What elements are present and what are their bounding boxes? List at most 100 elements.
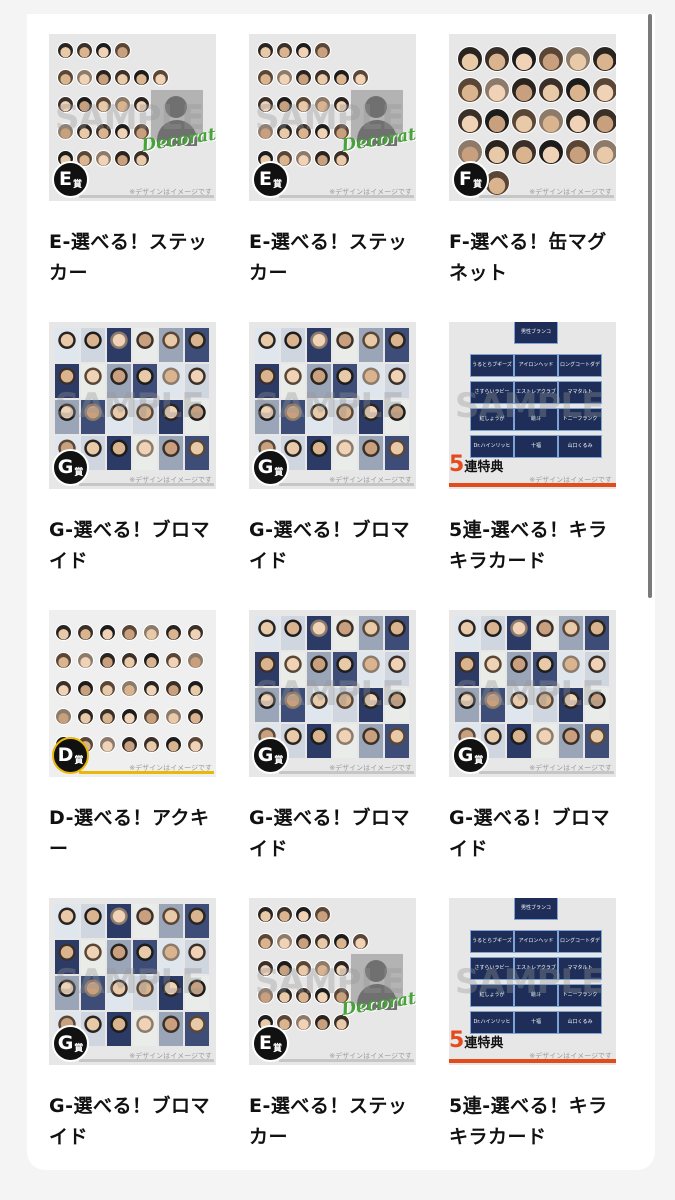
- face-photo: [187, 736, 204, 753]
- product-title[interactable]: G-選べる！ブロマイド: [249, 803, 416, 865]
- bromide-photo: [585, 616, 609, 650]
- face-photo: [295, 1014, 312, 1031]
- prize-underline: [279, 483, 414, 486]
- prize-badge: F賞: [452, 161, 489, 198]
- product-card[interactable]: SAMPLE Decoration ※デザインはイメージです E 賞 E-選べる！ステッカ…: [249, 898, 416, 1186]
- product-card[interactable]: 男性ブランコうるとらブギーズアイロンヘッドロングコートダディさすらいラビーエスト…: [449, 898, 616, 1186]
- bromide-photo: [107, 904, 131, 938]
- product-card[interactable]: SAMPLE Decoration ※デザインはイメージです E 賞 E-選べる！ステッカ…: [249, 34, 416, 322]
- product-thumbnail[interactable]: ※デザインはイメージです F 賞: [449, 34, 616, 201]
- face-photo: [565, 77, 591, 103]
- face-photo: [457, 77, 483, 103]
- product-title[interactable]: E-選べる！ステッカー: [49, 227, 216, 289]
- prize-badge: G賞: [52, 449, 89, 486]
- sample-watermark: SAMPLE: [255, 674, 404, 714]
- face-photo: [257, 42, 274, 59]
- face-photo: [121, 736, 138, 753]
- bromide-photo: [159, 1012, 183, 1046]
- product-thumbnail[interactable]: 男性ブランコうるとらブギーズアイロンヘッドロングコートダディさすらいラビーエスト…: [449, 898, 616, 1065]
- prize-suffix: 賞: [74, 468, 84, 478]
- face-photo: [187, 624, 204, 641]
- prize-underline: [79, 195, 214, 198]
- bromide-photo: [507, 616, 531, 650]
- bonus-number: 5: [449, 452, 465, 477]
- prize-underline: [79, 483, 214, 486]
- face-photo: [314, 150, 331, 167]
- product-title[interactable]: G-選べる！ブロマイド: [49, 515, 216, 577]
- bromide-photo: [159, 904, 183, 938]
- bromide-photo: [333, 724, 357, 758]
- face-photo: [457, 46, 483, 72]
- face-photo: [457, 108, 483, 134]
- product-card[interactable]: ※デザインはイメージです F 賞 F-選べる！缶マグネット: [449, 34, 616, 322]
- product-card[interactable]: SAMPLE Decoration ※デザインはイメージです E 賞 E-選べる！ステッカ…: [49, 34, 216, 322]
- product-title[interactable]: G-選べる！ブロマイド: [449, 803, 616, 865]
- prize-badge: E賞: [252, 1025, 289, 1062]
- face-photo: [314, 42, 331, 59]
- face-photo: [276, 906, 293, 923]
- face-photo: [592, 77, 616, 103]
- scrollbar[interactable]: [648, 14, 652, 598]
- prize-suffix: 賞: [474, 756, 484, 766]
- face-photo: [143, 708, 160, 725]
- product-card[interactable]: 男性ブランコうるとらブギーズアイロンヘッドロングコートダディさすらいラビーエスト…: [449, 322, 616, 610]
- kirakira-card: アイロンヘッド: [514, 354, 558, 377]
- face-photo: [114, 150, 131, 167]
- prize-suffix: 賞: [272, 1044, 282, 1054]
- product-card[interactable]: SAMPLE ※デザインはイメージです G 賞 G-選べる！ブロマイド: [249, 610, 416, 898]
- product-thumbnail[interactable]: SAMPLE ※デザインはイメージです G 賞: [249, 322, 416, 489]
- product-thumbnail[interactable]: ※デザインはイメージです D 賞: [49, 610, 216, 777]
- face-photo: [511, 108, 537, 134]
- face-photo: [152, 69, 169, 86]
- product-title[interactable]: G-選べる！ブロマイド: [49, 1091, 216, 1153]
- face-photo: [592, 108, 616, 134]
- product-thumbnail[interactable]: SAMPLE ※デザインはイメージです G 賞: [449, 610, 616, 777]
- product-card[interactable]: ※デザインはイメージです D 賞 D-選べる！アクキー: [49, 610, 216, 898]
- bromide-photo: [185, 328, 209, 362]
- product-thumbnail[interactable]: 男性ブランコうるとらブギーズアイロンヘッドロングコートダディさすらいラビーエスト…: [449, 322, 616, 489]
- product-title[interactable]: E-選べる！ステッカー: [249, 227, 416, 289]
- product-thumbnail[interactable]: SAMPLE ※デザインはイメージです G 賞: [49, 898, 216, 1065]
- prize-letter: F: [459, 168, 472, 190]
- product-card[interactable]: SAMPLE ※デザインはイメージです G 賞 G-選べる！ブロマイド: [249, 322, 416, 610]
- prize-badge: G賞: [452, 737, 489, 774]
- face-photo: [99, 680, 116, 697]
- bromide-photo: [281, 328, 305, 362]
- face-photo: [538, 46, 564, 72]
- face-photo: [99, 708, 116, 725]
- face-photo: [165, 736, 182, 753]
- prize-suffix: 賞: [74, 1044, 84, 1054]
- face-photo: [295, 42, 312, 59]
- prize-badge: D賞: [52, 737, 89, 774]
- bromide-photo: [107, 328, 131, 362]
- kirakira-card: 山口くるみ: [558, 435, 602, 458]
- bonus-text: 連特典: [464, 1036, 504, 1051]
- product-title[interactable]: 5連-選べる！キラキラカード: [449, 1091, 616, 1153]
- bromide-photo: [133, 904, 157, 938]
- bromide-photo: [133, 1012, 157, 1046]
- product-title[interactable]: D-選べる！アクキー: [49, 803, 216, 865]
- bromide-photo: [533, 616, 557, 650]
- bromide-photo: [185, 1012, 209, 1046]
- product-title[interactable]: F-選べる！缶マグネット: [449, 227, 616, 289]
- product-title[interactable]: G-選べる！ブロマイド: [249, 515, 416, 577]
- bromide-photo: [133, 436, 157, 470]
- design-note: ※デザインはイメージです: [529, 1052, 612, 1060]
- bonus-number: 5: [449, 1028, 465, 1053]
- face-photo: [538, 77, 564, 103]
- product-thumbnail[interactable]: SAMPLE Decoration ※デザインはイメージです E 賞: [249, 898, 416, 1065]
- face-photo: [77, 680, 94, 697]
- product-thumbnail[interactable]: SAMPLE Decoration ※デザインはイメージです E 賞: [49, 34, 216, 201]
- product-card[interactable]: SAMPLE ※デザインはイメージです G 賞 G-選べる！ブロマイド: [49, 898, 216, 1186]
- product-card[interactable]: SAMPLE ※デザインはイメージです G 賞 G-選べる！ブロマイド: [49, 322, 216, 610]
- prize-suffix: 賞: [274, 468, 284, 478]
- product-thumbnail[interactable]: SAMPLE Decoration ※デザインはイメージです E 賞: [249, 34, 416, 201]
- sample-watermark: SAMPLE: [455, 962, 604, 1002]
- bromide-photo: [159, 328, 183, 362]
- product-title[interactable]: E-選べる！ステッカー: [249, 1091, 416, 1153]
- product-title[interactable]: 5連-選べる！キラキラカード: [449, 515, 616, 577]
- prize-badge: G賞: [52, 1025, 89, 1062]
- product-thumbnail[interactable]: SAMPLE ※デザインはイメージです G 賞: [249, 610, 416, 777]
- product-card[interactable]: SAMPLE ※デザインはイメージです G 賞 G-選べる！ブロマイド: [449, 610, 616, 898]
- product-thumbnail[interactable]: SAMPLE ※デザインはイメージです G 賞: [49, 322, 216, 489]
